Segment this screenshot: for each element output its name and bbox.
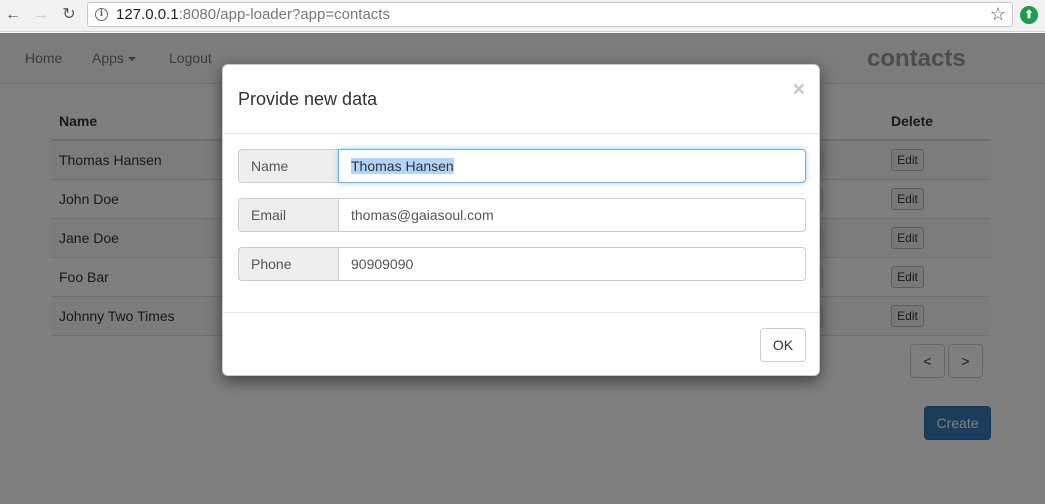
email-field[interactable]: thomas@gaiasoul.com xyxy=(338,198,806,232)
extension-icon[interactable]: ⬆ xyxy=(1020,6,1038,24)
email-field-value: thomas@gaiasoul.com xyxy=(351,207,494,223)
address-bar[interactable]: i 127.0.0.1:8080/app-loader?app=contacts… xyxy=(87,2,1013,27)
name-input-group: Name Thomas Hansen xyxy=(238,149,806,183)
back-arrow-icon[interactable]: ← xyxy=(4,6,22,24)
reload-icon[interactable]: ↻ xyxy=(60,6,78,24)
url-host: 127.0.0.1 xyxy=(116,6,179,23)
email-label: Email xyxy=(238,198,339,232)
forward-arrow-icon[interactable]: → xyxy=(32,6,50,24)
url-text: 127.0.0.1:8080/app-loader?app=contacts xyxy=(116,6,390,23)
phone-field[interactable]: 90909090 xyxy=(338,247,806,281)
bookmark-star-icon[interactable]: ☆ xyxy=(990,4,1006,25)
modal-header: Provide new data × xyxy=(223,65,819,134)
email-input-group: Email thomas@gaiasoul.com xyxy=(238,198,806,232)
phone-label: Phone xyxy=(238,247,339,281)
edit-contact-modal: Provide new data × Name Thomas Hansen Em… xyxy=(222,64,820,376)
phone-input-group: Phone 90909090 xyxy=(238,247,806,281)
name-field-value: Thomas Hansen xyxy=(351,158,454,174)
ok-button[interactable]: OK xyxy=(760,328,806,362)
modal-footer-divider xyxy=(223,312,819,313)
close-icon[interactable]: × xyxy=(793,79,805,100)
browser-toolbar: ← → ↻ i 127.0.0.1:8080/app-loader?app=co… xyxy=(0,0,1045,32)
phone-field-value: 90909090 xyxy=(351,256,414,272)
url-path: :8080/app-loader?app=contacts xyxy=(178,6,390,23)
name-label: Name xyxy=(238,149,339,183)
name-field[interactable]: Thomas Hansen xyxy=(338,149,806,183)
modal-title: Provide new data xyxy=(238,89,378,109)
info-icon[interactable]: i xyxy=(95,8,108,21)
